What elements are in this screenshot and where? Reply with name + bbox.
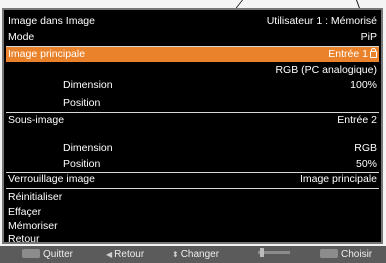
back-row[interactable]: Retour <box>8 232 377 247</box>
main-position-row[interactable]: Position <box>8 96 377 111</box>
quit-label: Quitter <box>43 249 74 260</box>
mode-label: Mode <box>8 31 35 43</box>
main-image-value-wrap: Entrée 1 <box>328 47 377 62</box>
main-dimension-row[interactable]: Dimension 100% <box>8 78 377 93</box>
sub-position-value: 50% <box>355 158 377 170</box>
sub-dimension-label: Dimension <box>63 142 113 154</box>
main-image-value: Entrée 1 <box>328 48 368 60</box>
main-image-signal: RGB (PC analogique) <box>275 64 377 76</box>
sub-image-value: Entrée 2 <box>337 114 377 126</box>
image-lock-label: Verrouillage image <box>8 173 95 185</box>
sub-position-label: Position <box>63 158 101 170</box>
sub-dimension-value: RGB <box>354 142 377 154</box>
change-hint: ⬍ Changer <box>172 246 219 263</box>
main-image-row[interactable]: Image principale Entrée 1 <box>6 47 379 62</box>
main-image-label: Image principale <box>8 48 86 60</box>
clear-label: Effaçer <box>8 206 42 218</box>
image-lock-row[interactable]: Verrouillage image Image principale <box>8 172 377 187</box>
slider-icon <box>258 248 290 257</box>
menu-key-icon <box>22 249 40 258</box>
quit-hint: Quitter <box>22 246 73 263</box>
lock-icon <box>370 48 377 58</box>
sub-dimension-row[interactable]: Dimension RGB <box>8 141 377 156</box>
change-label: Changer <box>180 249 220 260</box>
clear-row[interactable]: Effaçer <box>8 205 377 220</box>
slider-hint <box>258 246 290 263</box>
choose-hint: Choisir <box>320 246 372 263</box>
image-lock-value: Image principale <box>299 173 377 185</box>
sub-image-label: Sous-image <box>8 114 65 126</box>
sub-image-row[interactable]: Sous-image Entrée 2 <box>8 113 377 128</box>
main-dimension-label: Dimension <box>63 79 113 91</box>
mode-row[interactable]: Mode PiP <box>8 30 377 45</box>
main-image-signal-row: RGB (PC analogique) <box>8 63 377 78</box>
divider <box>6 188 379 189</box>
main-position-label: Position <box>63 97 101 109</box>
menu-title-row: Image dans Image Utilisateur 1 : Mémoris… <box>8 14 377 29</box>
choose-label: Choisir <box>341 249 373 260</box>
sub-position-row[interactable]: Position 50% <box>8 157 377 172</box>
main-dimension-value: 100% <box>350 79 377 91</box>
pip-menu-panel: Image dans Image Utilisateur 1 : Mémoris… <box>2 8 383 247</box>
back-label: Retour <box>8 233 40 245</box>
reset-row[interactable]: Réinitialiser <box>8 190 377 205</box>
menu-title: Image dans Image <box>8 15 95 27</box>
key-guide-bar: Quitter ◀ Retour ⬍ Changer Choisir <box>0 246 386 263</box>
reset-label: Réinitialiser <box>8 191 63 203</box>
mode-value: PiP <box>360 31 377 43</box>
select-key-icon <box>320 249 338 258</box>
arrow-up-down-icon: ⬍ <box>172 250 179 259</box>
arrow-left-icon: ◀ <box>106 250 113 259</box>
back-hint: ◀ Retour <box>106 246 144 263</box>
back-hint-label: Retour <box>114 249 145 260</box>
user-status: Utilisateur 1 : Mémorisé <box>266 15 377 27</box>
